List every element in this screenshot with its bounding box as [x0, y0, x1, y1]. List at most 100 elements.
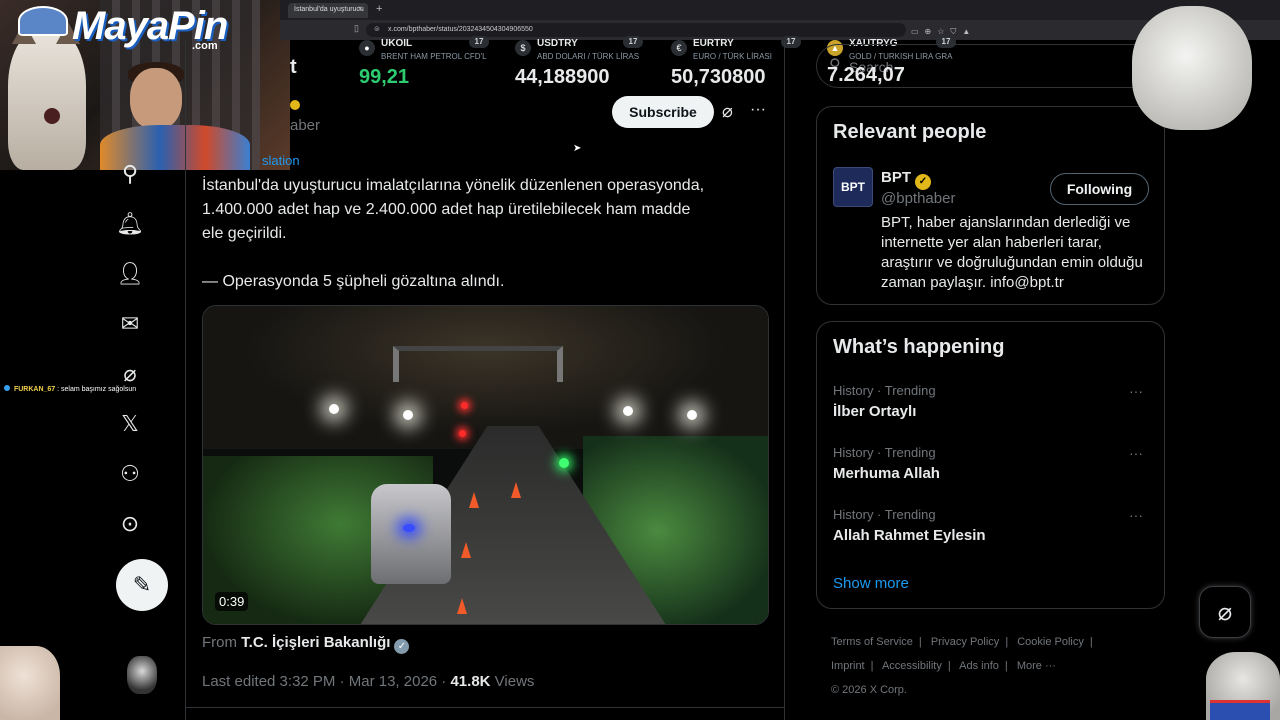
more-options-icon[interactable]: ⊙ — [114, 508, 146, 540]
video-red-light — [461, 402, 468, 409]
nav-divider — [185, 40, 186, 720]
new-tab-icon[interactable]: + — [376, 3, 382, 15]
video-police-car — [371, 484, 451, 584]
tradingview-icon: 17 — [469, 36, 489, 48]
browser-tab-strip: İstanbul'da uyuşturucu × + — [280, 0, 1280, 20]
trend-more-icon[interactable]: ··· — [1129, 445, 1143, 461]
subscribe-button[interactable]: Subscribe — [612, 96, 714, 128]
video-police-light — [403, 524, 415, 532]
cat-sticker-top-right — [1132, 6, 1252, 130]
following-button[interactable]: Following — [1050, 173, 1149, 205]
chat-username: FURKAN_67 — [13, 386, 56, 393]
post-timestamp[interactable]: Last edited 3:32 PM · Mar 13, 2026 · — [202, 673, 450, 690]
grok-floating-button[interactable]: ⌀ — [1199, 586, 1251, 638]
stream-chat-message: FURKAN_67 : selam başımız sağolsun — [4, 385, 136, 393]
explore-icon[interactable]: ⚲ — [114, 158, 146, 190]
trend-meta: History · Trending — [833, 383, 936, 398]
compose-post-button[interactable]: ✎ — [116, 559, 168, 611]
chat-badge-icon — [4, 385, 10, 391]
ticker-price: 44,188900 — [515, 66, 610, 88]
trend-item[interactable]: History · Trending Allah Rahmet Eylesin … — [833, 507, 1153, 557]
cat-shirt — [1210, 700, 1270, 720]
trend-more-icon[interactable]: ··· — [1129, 507, 1143, 523]
cat-mouth — [44, 108, 60, 124]
mayapin-logo-suffix: .com — [192, 40, 218, 52]
trend-more-icon[interactable]: ··· — [1129, 383, 1143, 399]
footer-link[interactable]: Cookie Policy — [1017, 636, 1084, 648]
post-more-icon[interactable]: ··· — [750, 101, 766, 119]
messages-icon[interactable]: ✉ — [114, 308, 146, 340]
bookmark-icon[interactable]: ▯ — [354, 23, 359, 34]
trend-name: Allah Rahmet Eylesin — [833, 527, 986, 544]
ticker-description: BRENT HAM PETROL CFD'L — [381, 52, 487, 61]
whats-happening-card: What’s happening History · Trending İlbe… — [816, 321, 1165, 609]
feather-plus-icon: ✎ — [132, 572, 152, 597]
relevant-people-card: Relevant people BPT BPT ✓ @bpthaber Follo… — [816, 106, 1165, 305]
grok-explain-icon[interactable]: ⌀ — [722, 101, 733, 122]
person-avatar[interactable]: BPT — [833, 167, 873, 207]
author-handle[interactable]: aber — [290, 117, 320, 134]
notifications-icon[interactable]: 🔔︎ — [114, 208, 146, 240]
video-traffic-cone — [457, 598, 467, 614]
footer-links: Terms of Service | Privacy Policy | Cookie… — [831, 630, 1151, 702]
follow-icon[interactable]: 👤︎ — [114, 258, 146, 290]
column-divider — [784, 40, 785, 720]
footer-more-link[interactable]: More ··· — [1017, 660, 1056, 672]
footer-copyright: © 2026 X Corp. — [831, 684, 907, 696]
trend-name: İlber Ortaylı — [833, 403, 917, 420]
webcam-overlay: MayaPin .com — [0, 0, 290, 170]
video-lamp — [403, 410, 413, 420]
footer-separator: | — [947, 660, 951, 672]
ticker-symbol: USDTRY — [537, 38, 578, 49]
verified-badge-icon — [290, 100, 300, 110]
video-source-name[interactable]: T.C. İçişleri Bakanlığı — [241, 634, 390, 651]
post-views-label: Views — [490, 673, 535, 690]
footer-separator: | — [918, 636, 922, 648]
tradingview-icon: 17 — [623, 36, 643, 48]
profile-icon[interactable]: ⚇ — [114, 458, 146, 490]
trend-item[interactable]: History · Trending İlber Ortaylı ··· — [833, 383, 1153, 433]
footer-link[interactable]: Privacy Policy — [931, 636, 999, 648]
streamer-face — [130, 68, 182, 130]
chat-text: : selam başımız sağolsun — [57, 386, 137, 393]
post-paragraph: İstanbul'da uyuşturucu imalatçılarına yö… — [202, 177, 705, 242]
cat-sticker — [8, 30, 86, 170]
person-name[interactable]: BPT ✓ — [881, 169, 931, 190]
grok-icon: ⌀ — [1217, 598, 1233, 626]
ticker-item-usdtry: $ USDTRY ABD DOLARI / TÜRK LİRAS 44,1889… — [511, 36, 661, 94]
ticker-price: 50,730800 — [671, 66, 766, 88]
translation-link[interactable]: slation — [262, 153, 300, 168]
trend-meta: History · Trending — [833, 445, 936, 460]
post-video[interactable]: 0:39 — [202, 305, 769, 625]
post-paragraph: — Operasyonda 5 şüpheli gözaltına alındı… — [202, 273, 505, 290]
address-bar[interactable]: ⊜ x.com/bpthaber/status/2032434504304906… — [366, 23, 970, 37]
tab-close-icon[interactable]: × — [358, 4, 363, 13]
person-handle[interactable]: @bpthaber — [881, 190, 955, 207]
video-gate — [393, 346, 563, 382]
gov-verified-icon: ✓ — [394, 639, 410, 654]
ticker-item-eurtry: € EURTRY EURO / TÜRK LİRASI 50,730800 17 — [667, 36, 817, 94]
ticker-price-gold: 7.264,07 — [827, 64, 905, 86]
video-traffic-cone — [511, 482, 521, 498]
x-premium-icon[interactable]: 𝕏 — [114, 408, 146, 440]
post-meta: Last edited 3:32 PM · Mar 13, 2026 · 41.… — [202, 673, 534, 690]
ticker-price: 99,21 — [359, 66, 410, 88]
trend-item[interactable]: History · Trending Merhuma Allah ··· — [833, 445, 1153, 495]
video-green-light — [559, 458, 569, 468]
video-red-light — [459, 430, 466, 437]
footer-link[interactable]: Accessibility — [882, 660, 942, 672]
footer-link[interactable]: Terms of Service — [831, 636, 913, 648]
footer-separator: | — [1089, 636, 1093, 648]
browser-tab[interactable]: İstanbul'da uyuşturucu — [288, 3, 368, 18]
account-avatar[interactable] — [127, 656, 157, 694]
footer-link[interactable]: Imprint — [831, 660, 865, 672]
trend-meta: History · Trending — [833, 507, 936, 522]
show-more-link[interactable]: Show more — [833, 575, 909, 592]
footer-link[interactable]: Ads info — [959, 660, 999, 672]
author-name[interactable]: t — [290, 56, 297, 79]
ticker-item-ukoil: ● UKOIL BRENT HAM PETROL CFD'L 99,21 17 — [355, 36, 505, 94]
person-name-text: BPT — [881, 169, 911, 186]
cat-sticker-bottom-left — [0, 646, 60, 720]
site-info-icon[interactable]: ⊜ — [374, 25, 380, 33]
oil-drop-icon: ● — [359, 40, 375, 56]
